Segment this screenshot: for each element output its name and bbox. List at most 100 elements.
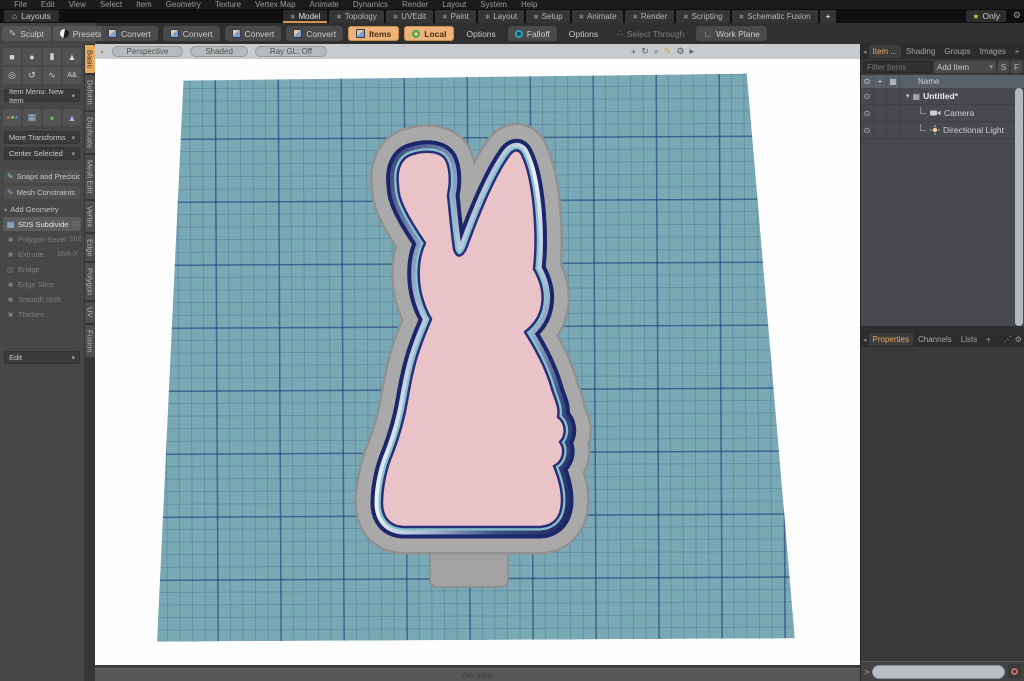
chevron-left-icon[interactable]: ◂ (863, 48, 867, 56)
more-transforms-dropdown[interactable]: More Transforms ▾ (4, 131, 80, 144)
convert-button-3[interactable]: Convert (224, 26, 282, 41)
tab-uvedit[interactable]: ✱ UVEdit (385, 10, 434, 23)
menu-file[interactable]: File (14, 0, 27, 9)
edit-dropdown[interactable]: Edit ▾ (4, 351, 80, 364)
falloff-cone-button[interactable]: ▲ (63, 109, 81, 126)
vtab-edge[interactable]: Edge (84, 233, 95, 262)
add-geometry-section-header[interactable]: ▾ Add Geometry (0, 202, 84, 216)
tab-lists[interactable]: Lists (957, 333, 981, 346)
tab-paint[interactable]: ✱ Paint (435, 10, 476, 23)
layouts-button[interactable]: ⌂ Layouts (4, 10, 59, 22)
menu-dynamics[interactable]: Dynamics (353, 0, 388, 9)
gear-icon[interactable]: ⚙ (676, 46, 684, 57)
tab-schematic-fusion[interactable]: ✱ Schematic Fusion (731, 10, 818, 23)
falloff-button[interactable]: Falloff (507, 26, 557, 41)
tab-channels[interactable]: Channels (914, 333, 956, 346)
text-tool-button[interactable]: A& (63, 67, 81, 84)
eye-icon[interactable]: ⊙ (861, 104, 874, 122)
vtab-vertex[interactable]: Vertex (84, 200, 95, 232)
item-menu-dropdown[interactable]: Item Menu: New Item ▾ (4, 87, 80, 105)
tool-bridge[interactable]: ◎ Bridge (3, 262, 81, 276)
sphere-primitive-button[interactable]: ● (23, 48, 41, 65)
select-through-button[interactable]: ∴ Select Through (610, 26, 691, 41)
menu-edit[interactable]: Edit (41, 0, 55, 9)
menu-select[interactable]: Select (100, 0, 122, 9)
center-selected-dropdown[interactable]: Center Selected ▾ (4, 147, 80, 160)
gear-icon[interactable]: ⚙ (1015, 335, 1022, 344)
cone-primitive-button[interactable]: ▲ (63, 48, 81, 65)
shading-mode-dropdown[interactable]: Shaded (190, 46, 248, 57)
tab-layout[interactable]: ✱ Layout (477, 10, 525, 23)
tab-images[interactable]: Images (976, 45, 1010, 58)
local-action-center-button[interactable]: Local (404, 26, 455, 41)
tool-thicken[interactable]: ■ Thicken (3, 307, 81, 321)
bunny-cookie-cutter-model[interactable] (95, 44, 860, 665)
expander-icon[interactable]: ▾ (906, 92, 910, 100)
tool-polygon-bevel[interactable]: ■ Polygon Bevel Shift-B (3, 232, 81, 246)
only-button[interactable]: ★ Only (966, 10, 1006, 22)
chevron-left-icon[interactable]: ◂ (863, 336, 867, 344)
tool-edge-slice[interactable]: ■ Edge Slice (3, 277, 81, 291)
snaps-and-precision-button[interactable]: ✎ Snaps and Precision (4, 170, 80, 183)
spiral-tool-button[interactable]: ↺ (23, 67, 41, 84)
raygl-toggle[interactable]: Ray GL: Off (254, 46, 327, 57)
vtab-polygon[interactable]: Polygon (84, 263, 95, 301)
sculpt-button[interactable]: ✎ Sculpt (2, 26, 51, 41)
vtab-mesh-edit[interactable]: Mesh Edit (84, 155, 95, 199)
3d-viewport[interactable]: ▸ Perspective Shaded Ray GL: Off + ↻ ⌕ ✎… (95, 44, 860, 665)
tab-groups[interactable]: Groups (940, 45, 974, 58)
falloff-options-button[interactable]: Options (562, 26, 605, 41)
command-history-button[interactable] (1008, 664, 1021, 679)
tab-render[interactable]: ✱ Render (625, 10, 675, 23)
item-row-untitled[interactable]: ⊙ ▾ ▦ Untitled* (861, 88, 1024, 105)
soft-move-button[interactable]: ● (43, 109, 61, 126)
menu-animate[interactable]: Animate (310, 0, 339, 9)
torus-primitive-button[interactable]: ◎ (3, 67, 21, 84)
convert-button-1[interactable]: Convert (101, 26, 158, 41)
menu-vertex-map[interactable]: Vertex Map (255, 0, 295, 9)
tab-item-list[interactable]: Item ... (868, 45, 901, 58)
items-mode-button[interactable]: Items (348, 26, 400, 41)
rotate-icon[interactable]: ↻ (641, 46, 649, 57)
vtab-duplicate[interactable]: Duplicate (84, 111, 95, 154)
item-row-camera[interactable]: ⊙ Camera (861, 104, 1024, 122)
add-panel-tab-button[interactable]: + (1011, 45, 1024, 58)
pop-out-icon[interactable]: ⋰ (1004, 335, 1012, 344)
convert-button-4[interactable]: Convert (286, 26, 344, 41)
tool-smooth-shift[interactable]: ■ Smooth Shift (3, 292, 81, 306)
view-mode-dropdown[interactable]: Perspective (111, 46, 184, 57)
filter-items-input[interactable] (863, 61, 932, 73)
add-workspace-tab-button[interactable]: + (819, 10, 837, 23)
eye-icon[interactable]: ⊙ (861, 88, 874, 105)
menu-geometry[interactable]: Geometry (166, 0, 201, 9)
tab-model[interactable]: ✱ Model (283, 10, 328, 23)
menu-help[interactable]: Help (521, 0, 537, 9)
solo-button[interactable]: S (998, 61, 1009, 73)
menu-layout[interactable]: Layout (442, 0, 466, 9)
tool-extrude[interactable]: ■ Extrude Shift-X (3, 247, 81, 261)
viewport-collapse-icon[interactable]: ▸ (101, 48, 105, 56)
key-icon[interactable]: ✎ (664, 46, 672, 57)
gear-icon[interactable]: ⚙ (1013, 10, 1021, 21)
command-input[interactable] (872, 664, 1005, 679)
tab-shading[interactable]: Shading (902, 45, 939, 58)
vtab-fusion[interactable]: Fusion (84, 324, 95, 358)
work-plane-button[interactable]: ∟ Work Plane (696, 26, 767, 41)
mesh-constraints-button[interactable]: ✎ Mesh Constraints (4, 186, 80, 199)
vtab-deform[interactable]: Deform (84, 75, 95, 110)
tool-sds-subdivide[interactable]: ▦ SDS Subdivide 2X (3, 217, 81, 231)
tab-properties[interactable]: Properties (868, 333, 913, 346)
mesh-cube-button[interactable]: ▦ (23, 109, 41, 126)
menu-system[interactable]: System (480, 0, 507, 9)
pan-icon[interactable]: + (631, 47, 636, 57)
chevron-right-icon[interactable]: ▸ (689, 46, 694, 57)
item-row-directional-light[interactable]: ⊙ Directional Light (861, 121, 1024, 139)
filter-button[interactable]: F (1011, 61, 1022, 73)
action-center-options-button[interactable]: Options (459, 26, 502, 41)
item-list-scrollbar[interactable] (1015, 88, 1023, 326)
transform-gizmo-button[interactable] (3, 109, 21, 126)
menu-view[interactable]: View (69, 0, 86, 9)
zoom-icon[interactable]: ⌕ (654, 46, 659, 57)
curve-tool-button[interactable]: ∿ (43, 67, 61, 84)
vtab-uv[interactable]: UV (84, 302, 95, 323)
